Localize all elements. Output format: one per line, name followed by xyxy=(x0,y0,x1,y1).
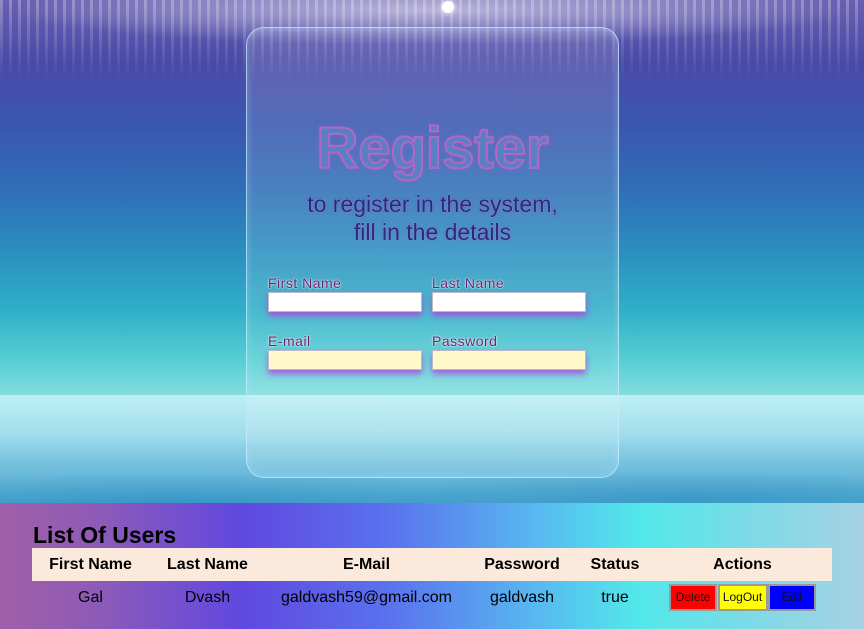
password-group: Password xyxy=(432,333,587,370)
register-subtitle-line1: to register in the system, xyxy=(307,191,558,217)
users-title: List Of Users xyxy=(33,522,177,548)
cell-status: true xyxy=(601,588,629,606)
first-name-group: First Name xyxy=(268,275,423,312)
register-subtitle: to register in the system, fill in the d… xyxy=(247,190,618,246)
users-table: First Name Last Name E-Mail Password Sta… xyxy=(32,548,832,614)
column-header-last-name: Last Name xyxy=(167,555,248,573)
register-title: Register xyxy=(315,116,549,181)
column-header-email: E-Mail xyxy=(342,555,391,573)
cell-last-name: Dvash xyxy=(184,588,231,606)
email-label: E-mail xyxy=(268,333,311,349)
last-name-input[interactable] xyxy=(432,292,586,312)
cell-email: galdvash59@gmail.com xyxy=(281,588,452,606)
edit-button[interactable]: Edit xyxy=(767,584,816,611)
column-header-status: Status xyxy=(590,555,640,573)
logout-button[interactable]: LogOut xyxy=(717,584,768,611)
password-input[interactable] xyxy=(432,350,586,370)
email-input[interactable] xyxy=(268,350,422,370)
register-card: Register to register in the system, fill… xyxy=(246,27,619,478)
delete-button[interactable]: Delete xyxy=(669,584,718,611)
email-group: E-mail xyxy=(268,333,423,370)
cell-password: galdvash xyxy=(489,588,555,606)
table-row: Gal Dvash galdvash59@gmail.com galdvash … xyxy=(32,581,832,614)
moon-dot xyxy=(442,1,454,13)
password-label: Password xyxy=(432,333,498,349)
cell-actions: Delete LogOut Edit xyxy=(653,581,832,614)
column-header-first-name: First Name xyxy=(49,555,132,573)
first-name-label: First Name xyxy=(268,275,342,291)
first-name-input[interactable] xyxy=(268,292,422,312)
cell-first-name: Gal xyxy=(78,588,103,606)
last-name-group: Last Name xyxy=(432,275,587,312)
users-section: List Of Users First Name Last Name E-Mai… xyxy=(0,503,864,629)
register-subtitle-line2: fill in the details xyxy=(353,219,512,245)
users-table-header: First Name Last Name E-Mail Password Sta… xyxy=(32,548,832,581)
last-name-label: Last Name xyxy=(432,275,505,291)
column-header-password: Password xyxy=(484,555,560,573)
column-header-actions: Actions xyxy=(713,555,772,573)
